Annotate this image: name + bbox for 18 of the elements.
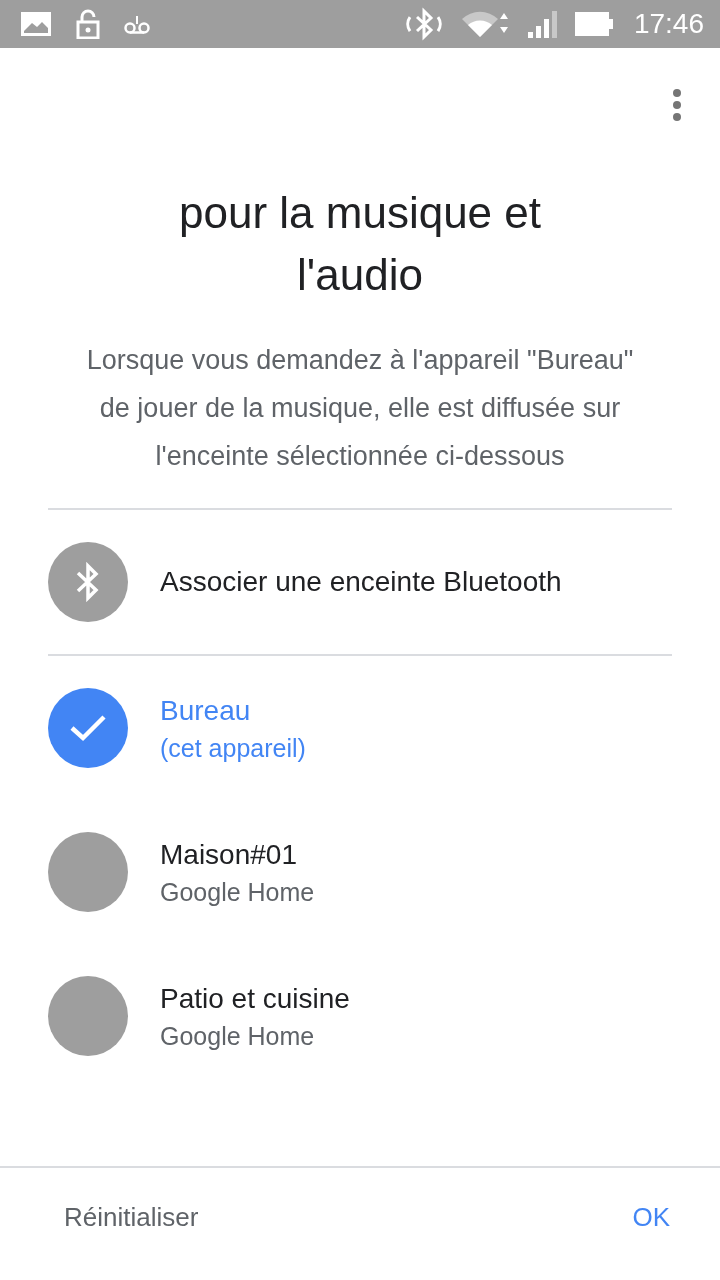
pair-speaker-link[interactable]: Associer une enceinte Bluetooth <box>160 566 562 598</box>
description: Lorsque vous demandez à l'appareil "Bureau" de jouer de la musique, elle est diffusée sur l'enceinte sélectionnée ci-dessous <box>85 344 635 473</box>
title: pour la musique et l'audio <box>178 187 542 301</box>
more-options-icon[interactable] <box>672 88 682 122</box>
device-type: Google Home <box>160 1021 316 1052</box>
battery-icon <box>573 11 614 37</box>
ok-button[interactable]: OK <box>618 1191 684 1243</box>
device-type: (cet appareil) <box>160 733 306 764</box>
lock-icon <box>76 9 100 39</box>
device-name: Bureau <box>160 694 252 728</box>
clock: 17:46 <box>633 8 704 40</box>
voicemail-icon <box>124 14 150 34</box>
signal-icon <box>525 9 560 39</box>
device-name: Maison#01 <box>160 838 298 872</box>
reset-button[interactable]: Réinitialiser <box>50 1191 213 1243</box>
image-icon <box>20 11 52 37</box>
device-type: Google Home <box>160 877 315 908</box>
device-name: Patio et cuisine <box>160 982 350 1016</box>
